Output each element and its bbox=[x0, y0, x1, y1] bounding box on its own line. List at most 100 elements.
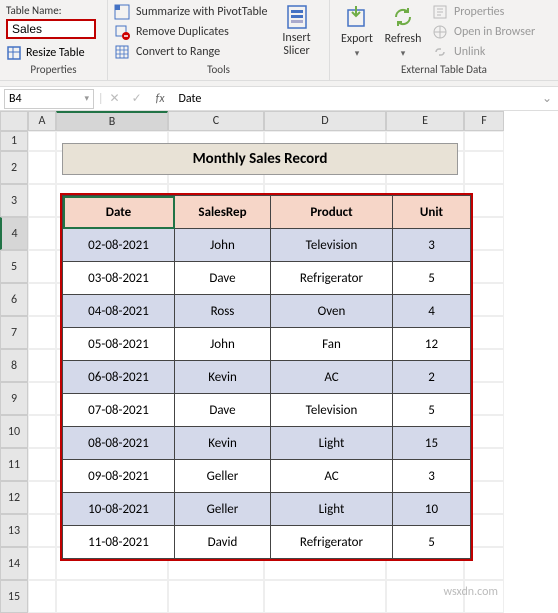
table-cell[interactable]: John bbox=[175, 229, 271, 262]
table-cell[interactable]: 3 bbox=[393, 229, 471, 262]
resize-icon bbox=[6, 45, 22, 61]
table-header-product[interactable]: Product bbox=[271, 196, 393, 229]
table-cell[interactable]: 15 bbox=[393, 427, 471, 460]
table-cell[interactable]: 5 bbox=[393, 394, 471, 427]
expand-formula-bar-icon[interactable]: ⌄ bbox=[536, 91, 558, 106]
table-row[interactable]: 03-08-2021DaveRefrigerator5 bbox=[63, 262, 471, 295]
table-cell[interactable]: 12 bbox=[393, 328, 471, 361]
col-header-F[interactable]: F bbox=[464, 111, 504, 131]
table-cell[interactable]: Dave bbox=[175, 394, 271, 427]
col-header-C[interactable]: C bbox=[168, 111, 264, 131]
table-cell[interactable]: 02-08-2021 bbox=[63, 229, 175, 262]
refresh-button[interactable]: Refresh ▾ bbox=[382, 4, 424, 61]
table-cell[interactable]: 10-08-2021 bbox=[63, 493, 175, 526]
table-cell[interactable]: 5 bbox=[393, 526, 471, 559]
table-cell[interactable]: 10 bbox=[393, 493, 471, 526]
row-header-9[interactable]: 9 bbox=[0, 382, 28, 415]
table-cell[interactable]: 3 bbox=[393, 460, 471, 493]
dropdown-arrow-icon: ▾ bbox=[401, 48, 406, 59]
table-cell[interactable]: Geller bbox=[175, 493, 271, 526]
export-button[interactable]: Export ▾ bbox=[336, 4, 378, 61]
table-cell[interactable]: Light bbox=[271, 493, 393, 526]
table-cell[interactable]: John bbox=[175, 328, 271, 361]
table-cell[interactable]: AC bbox=[271, 460, 393, 493]
table-cell[interactable]: Television bbox=[271, 229, 393, 262]
table-cell[interactable]: Television bbox=[271, 394, 393, 427]
resize-table-button[interactable]: Resize Table bbox=[6, 45, 101, 61]
row-header-3[interactable]: 3 bbox=[0, 184, 28, 217]
worksheet-cells[interactable]: Monthly Sales Record DateSalesRepProduct… bbox=[28, 131, 504, 613]
table-cell[interactable]: 09-08-2021 bbox=[63, 460, 175, 493]
pivottable-icon bbox=[114, 4, 130, 20]
table-cell[interactable]: Fan bbox=[271, 328, 393, 361]
table-cell[interactable]: Refrigerator bbox=[271, 262, 393, 295]
table-cell[interactable]: 2 bbox=[393, 361, 471, 394]
formula-bar[interactable]: Date bbox=[173, 92, 536, 106]
convert-to-range-button[interactable]: Convert to Range bbox=[114, 44, 268, 60]
table-cell[interactable]: Geller bbox=[175, 460, 271, 493]
summarize-pivottable-button[interactable]: Summarize with PivotTable bbox=[114, 4, 268, 20]
table-header-row: DateSalesRepProductUnit bbox=[63, 196, 471, 229]
table-cell[interactable]: Kevin bbox=[175, 427, 271, 460]
table-cell[interactable]: Refrigerator bbox=[271, 526, 393, 559]
row-header-4[interactable]: 4 bbox=[0, 217, 28, 250]
table-cell[interactable]: 06-08-2021 bbox=[63, 361, 175, 394]
unlink-button: Unlink bbox=[432, 44, 535, 60]
table-name-input[interactable] bbox=[6, 19, 96, 39]
row-header-5[interactable]: 5 bbox=[0, 250, 28, 283]
table-cell[interactable]: 04-08-2021 bbox=[63, 295, 175, 328]
table-row[interactable]: 05-08-2021JohnFan12 bbox=[63, 328, 471, 361]
remove-duplicates-button[interactable]: Remove Duplicates bbox=[114, 24, 268, 40]
table-row[interactable]: 02-08-2021JohnTelevision3 bbox=[63, 229, 471, 262]
row-header-8[interactable]: 8 bbox=[0, 349, 28, 382]
open-in-browser-button: Open in Browser bbox=[432, 24, 535, 40]
fx-icon[interactable]: fx bbox=[148, 92, 173, 106]
table-row[interactable]: 11-08-2021DavidRefrigerator5 bbox=[63, 526, 471, 559]
row-header-6[interactable]: 6 bbox=[0, 283, 28, 316]
row-header-12[interactable]: 12 bbox=[0, 481, 28, 514]
table-header-date[interactable]: Date bbox=[63, 196, 175, 229]
table-row[interactable]: 09-08-2021GellerAC3 bbox=[63, 460, 471, 493]
row-header-1[interactable]: 1 bbox=[0, 131, 28, 151]
select-all-corner[interactable] bbox=[0, 111, 28, 131]
table-cell[interactable]: David bbox=[175, 526, 271, 559]
table-row[interactable]: 06-08-2021KevinAC2 bbox=[63, 361, 471, 394]
table-cell[interactable]: 03-08-2021 bbox=[63, 262, 175, 295]
row-header-15[interactable]: 15 bbox=[0, 580, 28, 613]
row-header-7[interactable]: 7 bbox=[0, 316, 28, 349]
cancel-icon: ✕ bbox=[104, 91, 126, 106]
name-box[interactable]: B4 ▾ bbox=[4, 89, 94, 109]
table-cell[interactable]: 11-08-2021 bbox=[63, 526, 175, 559]
name-box-dropdown-icon[interactable]: ▾ bbox=[84, 93, 89, 104]
table-cell[interactable]: 08-08-2021 bbox=[63, 427, 175, 460]
insert-slicer-button[interactable]: Insert Slicer bbox=[276, 4, 318, 61]
slicer-icon bbox=[284, 4, 310, 30]
row-header-11[interactable]: 11 bbox=[0, 448, 28, 481]
col-header-B[interactable]: B bbox=[56, 111, 168, 131]
table-header-salesrep[interactable]: SalesRep bbox=[175, 196, 271, 229]
table-row[interactable]: 07-08-2021DaveTelevision5 bbox=[63, 394, 471, 427]
table-cell[interactable]: Oven bbox=[271, 295, 393, 328]
row-header-2[interactable]: 2 bbox=[0, 151, 28, 184]
table-cell[interactable]: Ross bbox=[175, 295, 271, 328]
row-headers: 123456789101112131415 bbox=[0, 131, 28, 613]
table-cell[interactable]: 05-08-2021 bbox=[63, 328, 175, 361]
table-cell[interactable]: 4 bbox=[393, 295, 471, 328]
table-row[interactable]: 08-08-2021KevinLight15 bbox=[63, 427, 471, 460]
table-row[interactable]: 10-08-2021GellerLight10 bbox=[63, 493, 471, 526]
table-cell[interactable]: AC bbox=[271, 361, 393, 394]
table-row[interactable]: 04-08-2021RossOven4 bbox=[63, 295, 471, 328]
col-header-E[interactable]: E bbox=[386, 111, 464, 131]
table-cell[interactable]: Kevin bbox=[175, 361, 271, 394]
row-header-10[interactable]: 10 bbox=[0, 415, 28, 448]
table-cell[interactable]: 07-08-2021 bbox=[63, 394, 175, 427]
table-header-unit[interactable]: Unit bbox=[393, 196, 471, 229]
table-cell[interactable]: Dave bbox=[175, 262, 271, 295]
col-header-D[interactable]: D bbox=[264, 111, 386, 131]
table-cell[interactable]: 5 bbox=[393, 262, 471, 295]
col-header-A[interactable]: A bbox=[28, 111, 56, 131]
table-cell[interactable]: Light bbox=[271, 427, 393, 460]
row-header-14[interactable]: 14 bbox=[0, 547, 28, 580]
row-header-13[interactable]: 13 bbox=[0, 514, 28, 547]
column-headers: ABCDEF bbox=[28, 111, 504, 131]
